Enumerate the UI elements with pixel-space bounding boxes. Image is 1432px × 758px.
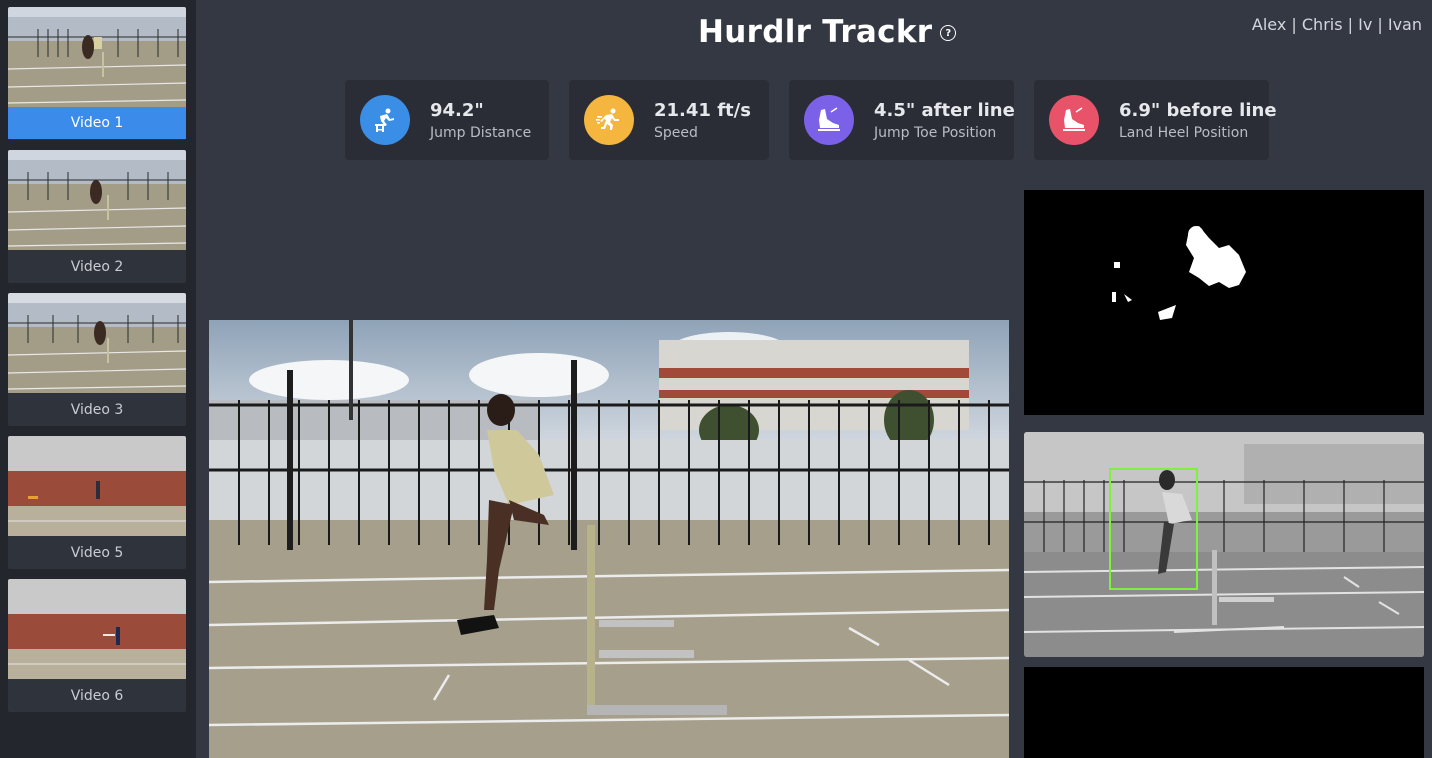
video-label: Video 6 <box>70 687 124 704</box>
header: Hurdlr Trackr ? <box>698 12 957 52</box>
stat-label: Speed <box>654 124 698 141</box>
video-item-1[interactable]: Video 1 <box>8 7 186 140</box>
video-thumbnail <box>8 579 186 679</box>
video-item-2[interactable]: Video 2 <box>8 150 186 283</box>
stat-value: 94.2" <box>430 99 484 121</box>
stat-label: Jump Distance <box>430 124 532 141</box>
video-item-3[interactable]: Video 3 <box>8 293 186 426</box>
hurdler-icon <box>360 95 410 145</box>
help-icon[interactable]: ? <box>940 25 957 41</box>
mask-view <box>1024 190 1424 415</box>
video-sidebar: Video 1 Video 2 Video 3 Video 5 Video 6 <box>0 0 196 758</box>
video-label: Video 3 <box>70 401 124 418</box>
app: Video 1 Video 2 Video 3 Video 5 Video 6 … <box>0 0 1432 758</box>
stat-value: 4.5" after line <box>874 99 1015 121</box>
video-thumbnail <box>8 7 186 107</box>
runner-icon <box>584 95 634 145</box>
stat-jump-distance: 94.2" Jump Distance <box>345 80 549 160</box>
tracking-view <box>1024 432 1424 657</box>
video-label: Video 2 <box>70 258 124 275</box>
video-label: Video 5 <box>70 544 124 561</box>
stat-label: Land Heel Position <box>1119 124 1249 141</box>
shoe-icon <box>804 95 854 145</box>
stat-label: Jump Toe Position <box>874 124 997 141</box>
main-video-player[interactable] <box>209 320 1009 758</box>
stat-speed: 21.41 ft/s Speed <box>569 80 769 160</box>
shoe-icon <box>1049 95 1099 145</box>
stat-jump-toe: 4.5" after line Jump Toe Position <box>789 80 1015 160</box>
video-item-5[interactable]: Video 5 <box>8 436 186 569</box>
video-item-6[interactable]: Video 6 <box>8 579 186 712</box>
video-thumbnail <box>8 436 186 536</box>
page-title: Hurdlr Trackr <box>698 14 933 50</box>
stat-land-heel: 6.9" before line Land Heel Position <box>1034 80 1277 160</box>
video-thumbnail <box>8 150 186 250</box>
authors-list: Alex | Chris | Iv | Ivan <box>1251 15 1422 34</box>
output-view <box>1024 667 1424 758</box>
video-label: Video 1 <box>8 107 186 139</box>
video-thumbnail <box>8 293 186 393</box>
stat-value: 21.41 ft/s <box>654 99 751 121</box>
stat-value: 6.9" before line <box>1119 99 1277 121</box>
